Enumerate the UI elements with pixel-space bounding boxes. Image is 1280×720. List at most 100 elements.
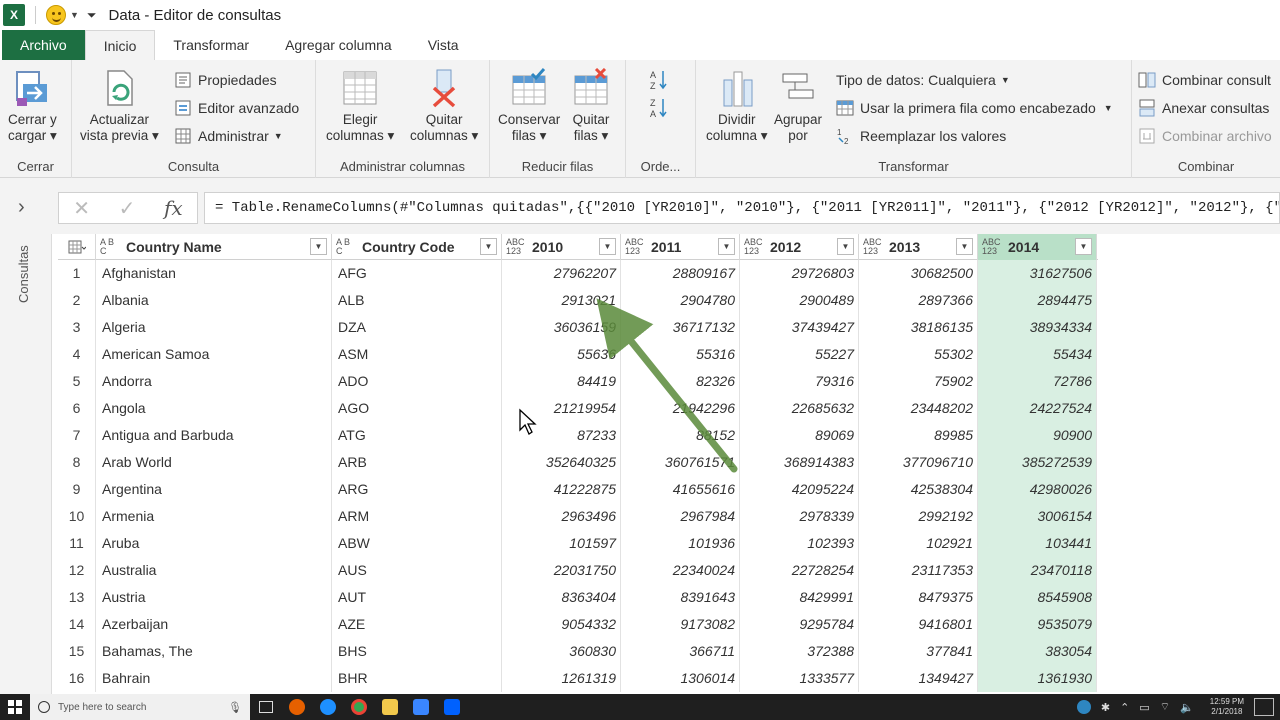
refresh-label-1: Actualizar xyxy=(89,112,150,127)
clock-time: 12:59 PM xyxy=(1209,697,1244,706)
chrome-icon[interactable] xyxy=(343,694,374,720)
tab-archivo[interactable]: Archivo xyxy=(2,30,85,60)
clock[interactable]: 12:59 PM 2/1/2018 xyxy=(1210,697,1244,717)
taskbar: Type here to search 🎙 ✱ ⌃ ▭ ⌔ 🔈 12:59 PM… xyxy=(0,694,1280,720)
ribbon: Cerrar y cargar ▾ Cerrar Actualizar vist… xyxy=(0,60,1280,178)
tab-agregar-columna[interactable]: Agregar columna xyxy=(267,30,410,60)
wifi-icon[interactable]: ⌔ xyxy=(1160,700,1170,714)
svg-text:2: 2 xyxy=(844,137,849,145)
taskbar-search[interactable]: Type here to search 🎙 xyxy=(30,694,250,720)
tab-transformar[interactable]: Transformar xyxy=(155,30,267,60)
split-column-label-1: Dividir xyxy=(718,112,756,127)
choose-columns-label-2: columnas ▾ xyxy=(326,128,395,143)
sort-descending-button[interactable]: ZA xyxy=(650,96,674,120)
merge-queries-button[interactable]: Combinar consult xyxy=(1138,68,1271,92)
combine-files-label: Combinar archivo xyxy=(1162,128,1272,144)
properties-label: Propiedades xyxy=(198,72,277,88)
append-queries-icon xyxy=(1139,99,1155,117)
data-grid: A B C Country Name ▼ A B C Country Code … xyxy=(58,234,1098,694)
remove-columns-button[interactable]: Quitar columnas ▾ xyxy=(410,68,478,144)
replace-values-button[interactable]: 12 Reemplazar los valores xyxy=(836,124,1006,148)
formula-input[interactable]: = Table.RenameColumns(#"Columnas quitada… xyxy=(204,192,1280,224)
feedback-dropdown-icon[interactable]: ▼ xyxy=(70,10,79,20)
formula-controls: ✕ ✓ fx xyxy=(58,192,198,224)
close-and-load-button[interactable]: Cerrar y cargar ▾ xyxy=(8,68,57,144)
windows-start-icon[interactable] xyxy=(0,694,30,720)
microphone-icon[interactable]: 🎙 xyxy=(228,701,242,714)
windows-logo-icon xyxy=(8,700,22,714)
group-combinar: Combinar consult Anexar consultas Combin… xyxy=(1132,60,1280,178)
manage-label: Administrar xyxy=(198,128,269,144)
close-load-icon xyxy=(16,71,48,106)
append-queries-button[interactable]: Anexar consultas xyxy=(1138,96,1269,120)
append-queries-label: Anexar consultas xyxy=(1162,100,1270,116)
annotation-arrow xyxy=(596,298,738,473)
refresh-label-2: vista previa ▾ xyxy=(80,128,159,143)
split-column-icon xyxy=(723,71,753,107)
split-column-label-2: columna ▾ xyxy=(706,128,768,143)
queries-pane-label[interactable]: Consultas xyxy=(16,234,36,314)
tab-vista[interactable]: Vista xyxy=(410,30,477,60)
search-icon xyxy=(38,701,50,713)
close-load-label-1: Cerrar y xyxy=(8,112,57,127)
expand-queries-pane-icon[interactable]: › xyxy=(18,196,25,219)
keep-rows-button[interactable]: Conservar filas ▾ xyxy=(498,68,560,144)
excel-icon[interactable]: X xyxy=(3,4,25,26)
tray-expand-icon[interactable]: ⌃ xyxy=(1120,701,1129,714)
close-load-label-2: cargar ▾ xyxy=(8,128,57,143)
svg-text:1: 1 xyxy=(837,128,842,137)
sort-ascending-icon: AZ xyxy=(650,70,667,91)
remove-rows-button[interactable]: Quitar filas ▾ xyxy=(572,68,610,144)
advanced-editor-button[interactable]: Editor avanzado xyxy=(174,96,299,120)
people-icon[interactable]: ✱ xyxy=(1101,701,1110,714)
replace-values-label: Reemplazar los valores xyxy=(860,128,1007,144)
properties-button[interactable]: Propiedades xyxy=(174,68,277,92)
close-load-label-2-text: cargar xyxy=(8,128,47,143)
group-consulta: Actualizar vista previa ▾ Propiedades Ed… xyxy=(72,60,316,178)
refresh-preview-button[interactable]: Actualizar vista previa ▾ xyxy=(80,68,159,144)
combine-files-button[interactable]: Combinar archivo xyxy=(1138,124,1272,148)
group-cerrar-label: Cerrar xyxy=(17,159,54,174)
choose-columns-icon xyxy=(343,71,377,105)
notifications-icon[interactable] xyxy=(1254,698,1274,716)
group-by-button[interactable]: Agrupar por xyxy=(774,68,822,144)
keep-rows-label-2: filas ▾ xyxy=(511,128,547,143)
use-first-row-label: Usar la primera fila como encabezado xyxy=(860,100,1096,116)
split-column-button[interactable]: Dividir columna ▾ xyxy=(706,68,768,144)
remove-columns-icon xyxy=(432,69,456,108)
volume-icon[interactable]: 🔈 xyxy=(1180,701,1194,714)
battery-icon[interactable]: ▭ xyxy=(1139,701,1149,714)
replace-values-icon: 12 xyxy=(837,128,849,145)
group-administrar-columnas: Elegir columnas ▾ Quitar columnas ▾ Admi… xyxy=(316,60,490,178)
group-ordenar-label: Orde... xyxy=(640,159,681,174)
remove-rows-icon xyxy=(574,68,608,105)
split-column-label-2-text: columna xyxy=(706,128,758,143)
tab-inicio[interactable]: Inicio xyxy=(84,30,156,60)
search-placeholder: Type here to search xyxy=(58,701,147,713)
cancel-formula-icon[interactable]: ✕ xyxy=(73,196,90,221)
store-icon[interactable] xyxy=(405,694,436,720)
manage-button[interactable]: Administrar ▼ xyxy=(174,124,283,148)
file-explorer-icon[interactable] xyxy=(374,694,405,720)
data-type-dropdown-icon: ▼ xyxy=(1000,75,1010,85)
choose-columns-button[interactable]: Elegir columnas ▾ xyxy=(326,68,394,144)
quick-access-dropdown-icon[interactable]: ⏷ xyxy=(87,8,97,23)
firefox-icon[interactable] xyxy=(281,694,312,720)
feedback-smiley-icon[interactable] xyxy=(46,5,66,25)
manage-dropdown-icon: ▼ xyxy=(273,131,283,141)
advanced-editor-icon xyxy=(175,100,191,116)
edge-icon[interactable] xyxy=(312,694,343,720)
remove-rows-label-2: filas ▾ xyxy=(573,128,609,143)
tray-app-icon[interactable] xyxy=(1076,700,1091,714)
use-first-row-header-button[interactable]: Usar la primera fila como encabezado ▼ xyxy=(836,96,1113,120)
system-tray: ✱ ⌃ ▭ ⌔ 🔈 12:59 PM 2/1/2018 xyxy=(1076,697,1280,717)
fx-icon[interactable]: fx xyxy=(164,196,183,220)
sort-ascending-button[interactable]: AZ xyxy=(650,68,674,92)
remove-columns-label-2-text: columnas xyxy=(410,128,468,143)
group-consulta-label: Consulta xyxy=(167,159,220,174)
data-type-dropdown[interactable]: Tipo de datos: Cualquiera ▼ xyxy=(836,68,1010,92)
grid-empty-area xyxy=(1098,234,1280,694)
dropbox-icon[interactable] xyxy=(436,694,467,720)
confirm-formula-icon[interactable]: ✓ xyxy=(119,196,136,221)
task-view-icon[interactable] xyxy=(250,694,281,720)
